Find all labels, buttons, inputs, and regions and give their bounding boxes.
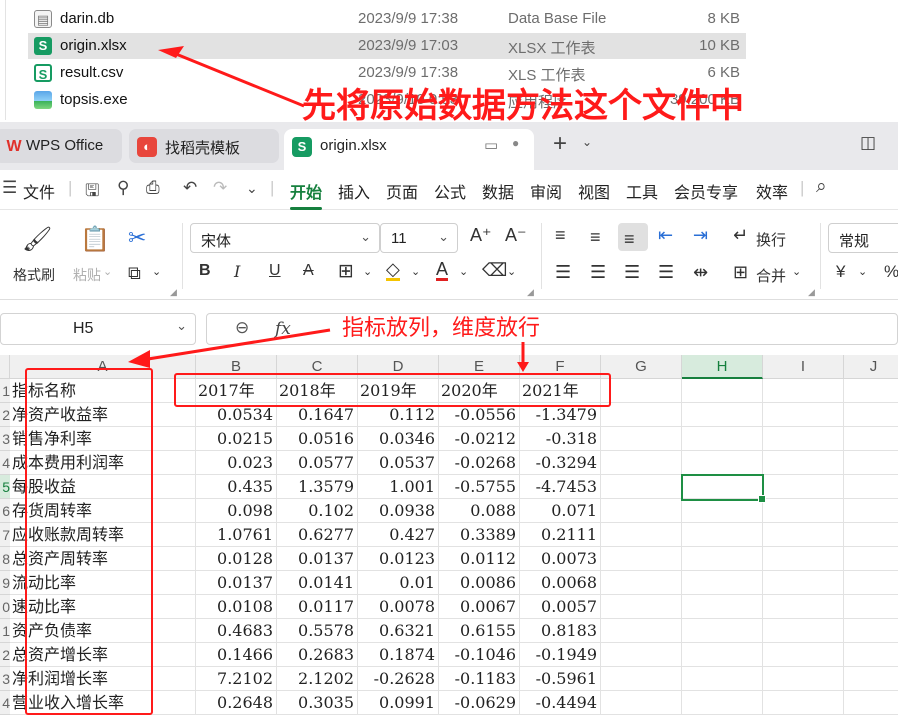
annotation-layout-note: 指标放列，维度放行 (342, 316, 541, 341)
annotation-box-years (174, 373, 611, 407)
annotation-box-indicators (25, 368, 153, 715)
arrow-to-indicator-column (147, 328, 331, 361)
arrow-to-origin-file (175, 52, 305, 108)
arrow-head-column (128, 350, 150, 368)
annotation-file-note: 先将原始数据方法这个文件中 (302, 86, 744, 126)
